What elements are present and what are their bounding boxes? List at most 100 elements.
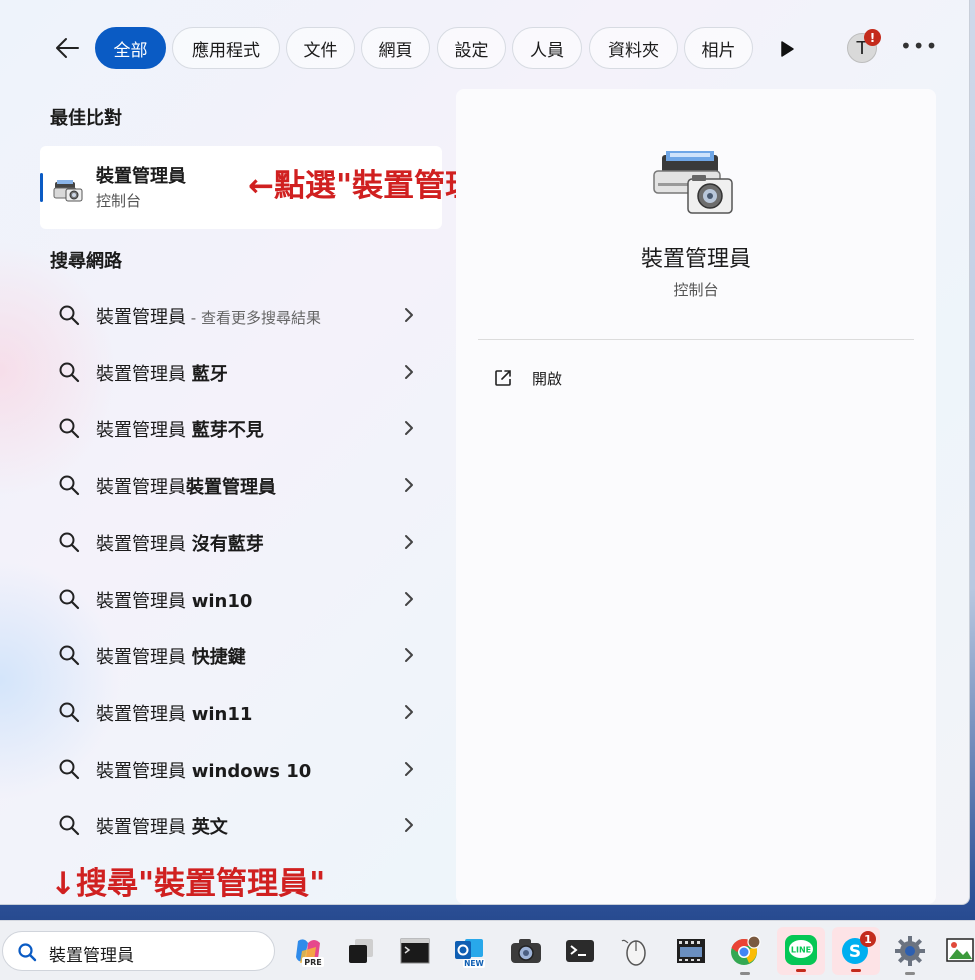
search-panel: 全部 應用程式 文件 網頁 設定 人員 資料夾 相片 T ! ••• 最佳比對 … bbox=[0, 0, 970, 905]
web-result-text: 裝置管理員 藍芽不見 bbox=[96, 416, 264, 442]
web-result-query: 裝置管理員 bbox=[96, 307, 186, 328]
web-result-row[interactable]: 裝置管理員 藍牙 bbox=[40, 346, 442, 398]
web-result-row[interactable]: 裝置管理員 win11 bbox=[40, 686, 442, 738]
play-icon bbox=[781, 41, 794, 57]
settings-running-indicator bbox=[905, 972, 915, 975]
web-result-query: 裝置管理員 bbox=[96, 704, 192, 725]
taskbar-search-box[interactable]: 裝置管理員 bbox=[2, 931, 275, 971]
image-viewer-icon bbox=[946, 938, 974, 962]
tab-folders[interactable]: 資料夾 bbox=[589, 27, 678, 69]
line-running-indicator bbox=[796, 969, 806, 972]
terminal-app[interactable] bbox=[562, 933, 598, 969]
web-result-hint: - 查看更多搜尋結果 bbox=[186, 309, 321, 327]
back-arrow-icon bbox=[56, 38, 79, 58]
chrome-running-indicator bbox=[740, 972, 750, 975]
chevron-right-icon bbox=[405, 535, 413, 549]
web-result-text: 裝置管理員 win10 bbox=[96, 587, 252, 613]
web-result-text: 裝置管理員 - 查看更多搜尋結果 bbox=[96, 303, 321, 329]
outlook-icon: NEW bbox=[455, 939, 485, 968]
web-result-text: 裝置管理員 快捷鍵 bbox=[96, 643, 246, 669]
back-button[interactable] bbox=[50, 33, 84, 63]
chrome-app[interactable] bbox=[727, 933, 763, 975]
search-annotation: ↓搜尋"裝置管理員" bbox=[50, 866, 326, 902]
search-icon bbox=[59, 702, 80, 723]
chevron-right-icon bbox=[405, 592, 413, 606]
line-icon: LINE bbox=[785, 935, 817, 965]
chevron-right-icon bbox=[405, 705, 413, 719]
search-icon bbox=[18, 943, 37, 962]
skype-icon: S 1 bbox=[842, 931, 876, 964]
web-result-text: 裝置管理員 沒有藍芽 bbox=[96, 530, 264, 556]
open-label: 開啟 bbox=[532, 370, 563, 388]
web-result-row[interactable]: 裝置管理員 windows 10 bbox=[40, 743, 442, 795]
preview-pane: 裝置管理員 控制台 開啟 bbox=[456, 89, 936, 904]
line-app[interactable]: LINE bbox=[777, 927, 825, 975]
selection-indicator bbox=[40, 173, 43, 202]
film-icon bbox=[677, 939, 705, 963]
chrome-icon bbox=[731, 935, 761, 965]
web-result-row[interactable]: 裝置管理員 - 查看更多搜尋結果 bbox=[40, 289, 442, 341]
gear-icon bbox=[895, 936, 925, 966]
web-result-row[interactable]: 裝置管理員 快捷鍵 bbox=[40, 629, 442, 681]
tab-web[interactable]: 網頁 bbox=[361, 27, 430, 69]
web-result-row[interactable]: 裝置管理員 win10 bbox=[40, 573, 442, 625]
skype-app[interactable]: S 1 bbox=[832, 927, 880, 975]
best-match-type: 控制台 bbox=[96, 192, 142, 210]
task-view-app[interactable] bbox=[343, 933, 379, 969]
camera-icon bbox=[511, 939, 541, 963]
web-search-heading: 搜尋網路 bbox=[50, 251, 122, 272]
task-view-icon bbox=[349, 939, 373, 963]
skype-running-indicator bbox=[851, 969, 861, 972]
web-result-query: 裝置管理員 bbox=[96, 420, 192, 441]
taskbar: 裝置管理員 PRE NEW LINE S 1 bbox=[0, 920, 975, 980]
outlook-app[interactable]: NEW bbox=[451, 933, 487, 969]
tab-people[interactable]: 人員 bbox=[512, 27, 582, 69]
web-result-suggestion: 藍牙 bbox=[191, 364, 228, 385]
web-result-query: 裝置管理員 bbox=[96, 761, 192, 782]
web-result-suggestion: 英文 bbox=[191, 817, 228, 838]
chevron-right-icon bbox=[405, 421, 413, 435]
web-result-row[interactable]: 裝置管理員裝置管理員 bbox=[40, 459, 442, 511]
chevron-right-icon bbox=[405, 478, 413, 492]
web-result-query: 裝置管理員 bbox=[96, 477, 186, 498]
account-alert-badge: ! bbox=[864, 29, 881, 46]
search-icon bbox=[59, 418, 80, 439]
search-icon bbox=[59, 362, 80, 383]
photos-app[interactable] bbox=[944, 933, 974, 969]
web-result-row[interactable]: 裝置管理員 藍芽不見 bbox=[40, 402, 442, 454]
web-result-text: 裝置管理員 windows 10 bbox=[96, 757, 311, 783]
open-button[interactable]: 開啟 bbox=[486, 359, 636, 395]
preview-app-type: 控制台 bbox=[673, 281, 719, 299]
skype-badge: 1 bbox=[864, 933, 872, 946]
more-options-button[interactable]: ••• bbox=[900, 36, 937, 60]
tab-photos[interactable]: 相片 bbox=[684, 27, 753, 69]
tab-all[interactable]: 全部 bbox=[95, 27, 166, 69]
camera-app[interactable] bbox=[508, 933, 544, 969]
copilot-app[interactable]: PRE bbox=[290, 933, 326, 969]
tab-apps[interactable]: 應用程式 bbox=[172, 27, 280, 69]
web-result-query: 裝置管理員 bbox=[96, 817, 192, 838]
web-result-text: 裝置管理員裝置管理員 bbox=[96, 473, 276, 499]
copilot-icon: PRE bbox=[296, 939, 324, 967]
search-icon bbox=[59, 589, 80, 610]
tab-settings[interactable]: 設定 bbox=[437, 27, 506, 69]
search-icon bbox=[59, 532, 80, 553]
web-result-query: 裝置管理員 bbox=[96, 534, 192, 555]
taskbar-search-value: 裝置管理員 bbox=[49, 946, 134, 966]
web-result-suggestion: 沒有藍芽 bbox=[191, 534, 264, 555]
skype-letter: S bbox=[849, 942, 861, 962]
cmd-app[interactable] bbox=[397, 933, 433, 969]
search-icon bbox=[59, 305, 80, 326]
settings-app[interactable] bbox=[892, 933, 928, 975]
tab-documents[interactable]: 文件 bbox=[286, 27, 355, 69]
video-editor-app[interactable] bbox=[673, 933, 709, 969]
snipping-app[interactable] bbox=[618, 933, 654, 969]
web-result-query: 裝置管理員 bbox=[96, 591, 192, 612]
chevron-right-icon bbox=[405, 818, 413, 832]
more-tabs-button[interactable] bbox=[778, 40, 796, 58]
device-manager-large-icon bbox=[653, 151, 733, 214]
web-result-row[interactable]: 裝置管理員 英文 bbox=[40, 799, 442, 851]
web-result-row[interactable]: 裝置管理員 沒有藍芽 bbox=[40, 516, 442, 568]
web-result-query: 裝置管理員 bbox=[96, 364, 192, 385]
terminal-icon bbox=[566, 940, 594, 962]
